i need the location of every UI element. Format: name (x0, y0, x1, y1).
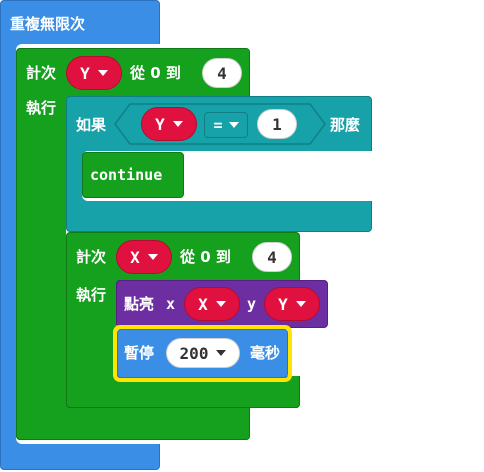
inner-loop-from-label: 從 0 到 (180, 248, 231, 266)
if-left-var-label: Y (155, 114, 165, 134)
inner-loop-var-dropdown[interactable]: X (116, 240, 172, 274)
inner-loop-count-input[interactable]: 4 (252, 242, 292, 272)
pause-duration-value: 200 (179, 343, 209, 363)
plot-y-label: y (247, 295, 257, 313)
operator-label: = (213, 116, 223, 134)
plot-x-label: x (166, 295, 176, 313)
chevron-down-icon (97, 70, 108, 76)
then-label: 那麼 (330, 116, 361, 134)
forever-label: 重複無限次 (10, 15, 86, 33)
operator-dropdown[interactable]: = (204, 112, 248, 138)
if-label: 如果 (76, 116, 107, 134)
pause-duration-dropdown[interactable]: 200 (166, 338, 240, 368)
plot-y-var-label: Y (278, 294, 288, 314)
chevron-down-icon (147, 254, 158, 260)
inner-loop-for-label: 計次 (76, 248, 107, 266)
continue-label: continue (90, 166, 163, 184)
outer-loop-count-input[interactable]: 4 (202, 58, 242, 88)
plot-y-var-dropdown[interactable]: Y (264, 287, 320, 321)
outer-loop-var-label: Y (80, 63, 90, 83)
pause-label: 暫停 (124, 344, 155, 362)
inner-loop-var-label: X (130, 247, 140, 267)
chevron-down-icon (172, 121, 183, 127)
plot-x-var-label: X (198, 294, 208, 314)
if-left-var-dropdown[interactable]: Y (141, 107, 197, 141)
plot-x-var-dropdown[interactable]: X (184, 287, 240, 321)
inner-loop-do-label: 執行 (76, 286, 107, 304)
chevron-down-icon (216, 350, 227, 356)
if-right-value-input[interactable]: 1 (257, 109, 297, 139)
outer-loop-for-label: 計次 (26, 64, 57, 82)
chevron-down-icon (228, 122, 239, 128)
plot-label: 點亮 (124, 295, 155, 313)
outer-loop-tail (16, 407, 250, 440)
chevron-down-icon (295, 301, 306, 307)
chevron-down-icon (215, 301, 226, 307)
outer-loop-do-label: 執行 (26, 99, 57, 117)
outer-loop-from-label: 從 0 到 (130, 64, 181, 82)
outer-loop-var-dropdown[interactable]: Y (66, 56, 122, 90)
pause-unit-label: 毫秒 (250, 344, 281, 362)
